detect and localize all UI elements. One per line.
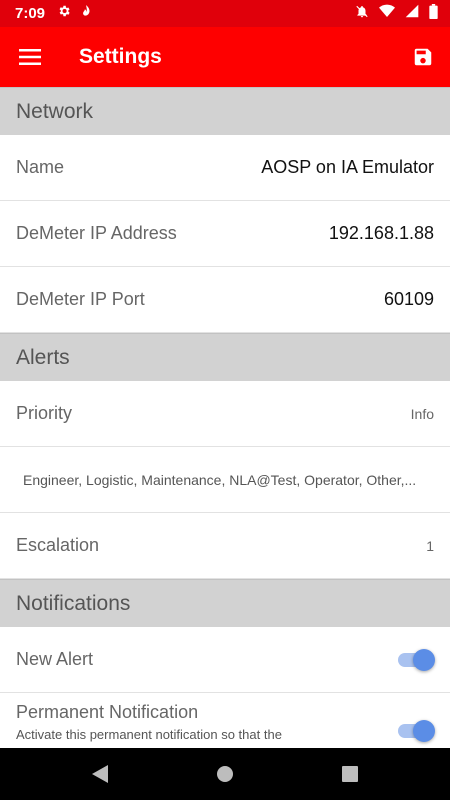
setting-row-permanent-notification[interactable]: Permanent Notification Activate this per…	[0, 693, 450, 748]
back-icon	[92, 765, 108, 783]
wifi-icon	[379, 4, 395, 23]
do-not-disturb-icon	[355, 4, 369, 24]
permanent-notification-toggle[interactable]	[398, 720, 435, 742]
permanent-notification-text: Permanent Notification Activate this per…	[16, 702, 282, 742]
section-header-notifications: Notifications	[0, 579, 450, 627]
setting-row-escalation[interactable]: Escalation 1	[0, 513, 450, 579]
setting-value[interactable]: AOSP on IA Emulator	[261, 157, 434, 178]
setting-row-ip-port[interactable]: DeMeter IP Port 60109	[0, 267, 450, 333]
setting-label: DeMeter IP Port	[16, 289, 145, 309]
home-button[interactable]	[163, 748, 288, 800]
system-nav-bar	[0, 748, 450, 800]
setting-row-roles[interactable]: Engineer, Logistic, Maintenance, NLA@Tes…	[0, 447, 450, 513]
setting-label: DeMeter IP Address	[16, 223, 177, 243]
setting-value[interactable]: 1	[426, 538, 434, 554]
menu-button[interactable]	[0, 27, 60, 87]
gear-icon	[57, 4, 71, 23]
back-button[interactable]	[38, 748, 163, 800]
section-header-alerts: Alerts	[0, 333, 450, 381]
settings-list[interactable]: Network Name AOSP on IA Emulator DeMeter…	[0, 87, 450, 748]
setting-row-name[interactable]: Name AOSP on IA Emulator	[0, 135, 450, 201]
recents-icon	[342, 766, 358, 782]
setting-row-new-alert[interactable]: New Alert	[0, 627, 450, 693]
signal-icon	[405, 4, 419, 23]
section-title: Notifications	[16, 591, 131, 615]
section-header-network: Network	[0, 87, 450, 135]
setting-row-ip-address[interactable]: DeMeter IP Address 192.168.1.88	[0, 201, 450, 267]
new-alert-toggle[interactable]	[398, 648, 435, 671]
setting-description: Activate this permanent notification so …	[16, 727, 282, 742]
save-button[interactable]	[396, 27, 450, 87]
setting-label: New Alert	[16, 649, 94, 669]
status-bar: 7:09	[0, 0, 450, 27]
setting-label: Escalation	[16, 535, 100, 555]
status-left-icons	[57, 4, 93, 23]
setting-label: Name	[16, 157, 65, 177]
status-time: 7:09	[15, 5, 46, 22]
page-title: Settings	[79, 45, 162, 68]
hamburger-menu-icon	[19, 49, 41, 65]
toggle-thumb	[413, 648, 435, 671]
setting-value[interactable]: 192.168.1.88	[329, 223, 434, 244]
setting-label: Priority	[16, 403, 73, 423]
recents-button[interactable]	[288, 748, 413, 800]
toggle-thumb	[413, 720, 435, 742]
battery-icon	[429, 3, 438, 24]
setting-row-priority[interactable]: Priority Info	[0, 381, 450, 447]
save-icon	[414, 48, 432, 66]
section-title: Network	[16, 99, 94, 123]
notification-app-icon	[79, 4, 93, 23]
setting-value[interactable]: Info	[411, 406, 434, 422]
setting-value[interactable]: 60109	[384, 289, 434, 310]
status-right-icons	[355, 3, 438, 24]
app-bar: Settings	[0, 27, 450, 87]
section-title: Alerts	[16, 345, 70, 369]
setting-label: Permanent Notification	[16, 702, 199, 722]
home-icon	[217, 766, 233, 782]
roles-list-text: Engineer, Logistic, Maintenance, NLA@Tes…	[23, 471, 417, 488]
